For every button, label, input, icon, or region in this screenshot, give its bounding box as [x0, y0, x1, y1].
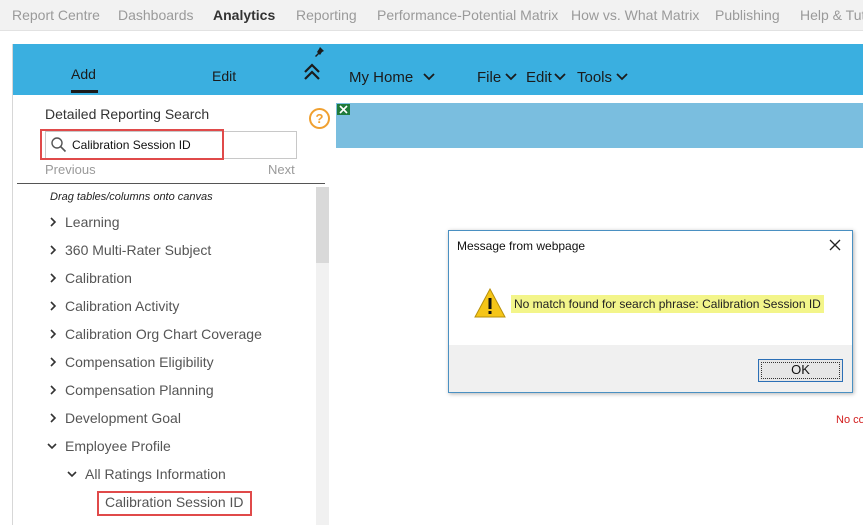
- tree-item-label: Employee Profile: [65, 438, 171, 454]
- nav-report-centre[interactable]: Report Centre: [12, 7, 100, 23]
- nav-dashboards[interactable]: Dashboards: [118, 7, 194, 23]
- chevron-right-icon[interactable]: [48, 357, 58, 367]
- tree-item-calibration-activity[interactable]: Calibration Activity: [13, 296, 313, 318]
- nav-analytics[interactable]: Analytics: [213, 7, 275, 23]
- menu-file[interactable]: File: [477, 69, 501, 86]
- chevron-right-icon[interactable]: [48, 301, 58, 311]
- menu-tools[interactable]: Tools: [577, 69, 612, 86]
- menu-my-home[interactable]: My Home: [349, 69, 413, 86]
- drag-hint: Drag tables/columns onto canvas: [50, 191, 213, 203]
- ok-button[interactable]: OK: [758, 359, 843, 382]
- dialog-body: No match found for search phrase: Calibr…: [449, 263, 852, 345]
- chevron-right-icon[interactable]: [48, 245, 58, 255]
- chevron-down-icon[interactable]: [47, 441, 57, 451]
- tree-item-compensation-eligibility[interactable]: Compensation Eligibility: [13, 352, 313, 374]
- help-icon[interactable]: ?: [309, 108, 330, 129]
- left-panel-header: Add Edit: [13, 44, 330, 95]
- tab-edit[interactable]: Edit: [212, 68, 236, 84]
- dialog-title: Message from webpage: [457, 239, 586, 253]
- tree-item-label: 360 Multi-Rater Subject: [65, 242, 212, 258]
- tree-item-label: Compensation Planning: [65, 382, 214, 398]
- dialog-message: No match found for search phrase: Calibr…: [511, 295, 824, 313]
- tree-item-label: Calibration Activity: [65, 298, 180, 314]
- search-highlight-box: [40, 129, 224, 160]
- tree-item-label: Calibration Org Chart Coverage: [65, 326, 262, 342]
- divider: [17, 183, 325, 184]
- menu-edit[interactable]: Edit: [526, 69, 552, 86]
- nav-help-tutorials[interactable]: Help & Tuto: [800, 7, 863, 23]
- chevron-right-icon[interactable]: [48, 413, 58, 423]
- search-title: Detailed Reporting Search: [45, 106, 210, 122]
- chevron-down-icon[interactable]: [616, 73, 628, 81]
- chevron-down-icon[interactable]: [554, 73, 566, 81]
- nav-publishing[interactable]: Publishing: [715, 7, 780, 23]
- tree-item-label: Compensation Eligibility: [65, 354, 214, 370]
- no-count-text: No co: [836, 414, 863, 426]
- tree-item-development-goal[interactable]: Development Goal: [13, 408, 313, 430]
- close-icon[interactable]: [828, 238, 842, 252]
- tree-item-compensation-planning[interactable]: Compensation Planning: [13, 380, 313, 402]
- message-dialog: Message from webpage No match found for …: [448, 230, 853, 393]
- leaf-highlight-box: [97, 491, 252, 516]
- tree-item-label: Learning: [65, 214, 120, 230]
- chevron-down-icon[interactable]: [423, 73, 435, 81]
- canvas-header-bar: [336, 103, 863, 148]
- scrollbar-thumb[interactable]: [316, 187, 329, 263]
- chevron-right-icon[interactable]: [48, 273, 58, 283]
- chevron-right-icon[interactable]: [48, 385, 58, 395]
- excel-icon[interactable]: [337, 104, 350, 115]
- warning-icon: [474, 288, 506, 318]
- next-button[interactable]: Next: [268, 162, 295, 177]
- tree-item-calibration[interactable]: Calibration: [13, 268, 313, 290]
- tree-item-label: All Ratings Information: [85, 466, 226, 482]
- double-chevron-up-icon[interactable]: [302, 61, 322, 83]
- left-panel: Add Edit Detailed Reporting Search ? Cal…: [12, 44, 330, 525]
- main-toolbar: My Home File Edit Tools: [330, 44, 863, 95]
- dialog-footer: OK: [449, 345, 852, 392]
- tree-item-calibration-org-chart-coverage[interactable]: Calibration Org Chart Coverage: [13, 324, 313, 346]
- top-navigation: Report Centre Dashboards Analytics Repor…: [0, 0, 863, 31]
- pin-icon[interactable]: [313, 46, 325, 58]
- active-tab-indicator: [71, 90, 98, 93]
- nav-reporting[interactable]: Reporting: [296, 7, 357, 23]
- tree-item-all-ratings-information[interactable]: All Ratings Information: [13, 464, 313, 486]
- chevron-right-icon[interactable]: [48, 329, 58, 339]
- chevron-right-icon[interactable]: [48, 217, 58, 227]
- nav-how-vs-what-matrix[interactable]: How vs. What Matrix: [571, 7, 699, 23]
- tree-item-learning[interactable]: Learning: [13, 212, 313, 234]
- tree-item-360-multi-rater-subject[interactable]: 360 Multi-Rater Subject: [13, 240, 313, 262]
- tree-item-label: Calibration: [65, 270, 132, 286]
- tree-item-employee-profile[interactable]: Employee Profile: [13, 436, 313, 458]
- previous-button[interactable]: Previous: [45, 162, 96, 177]
- tree-item-label: Development Goal: [65, 410, 181, 426]
- tab-add[interactable]: Add: [71, 66, 96, 82]
- chevron-down-icon[interactable]: [67, 469, 77, 479]
- chevron-down-icon[interactable]: [505, 73, 517, 81]
- nav-performance-potential-matrix[interactable]: Performance-Potential Matrix: [377, 7, 558, 23]
